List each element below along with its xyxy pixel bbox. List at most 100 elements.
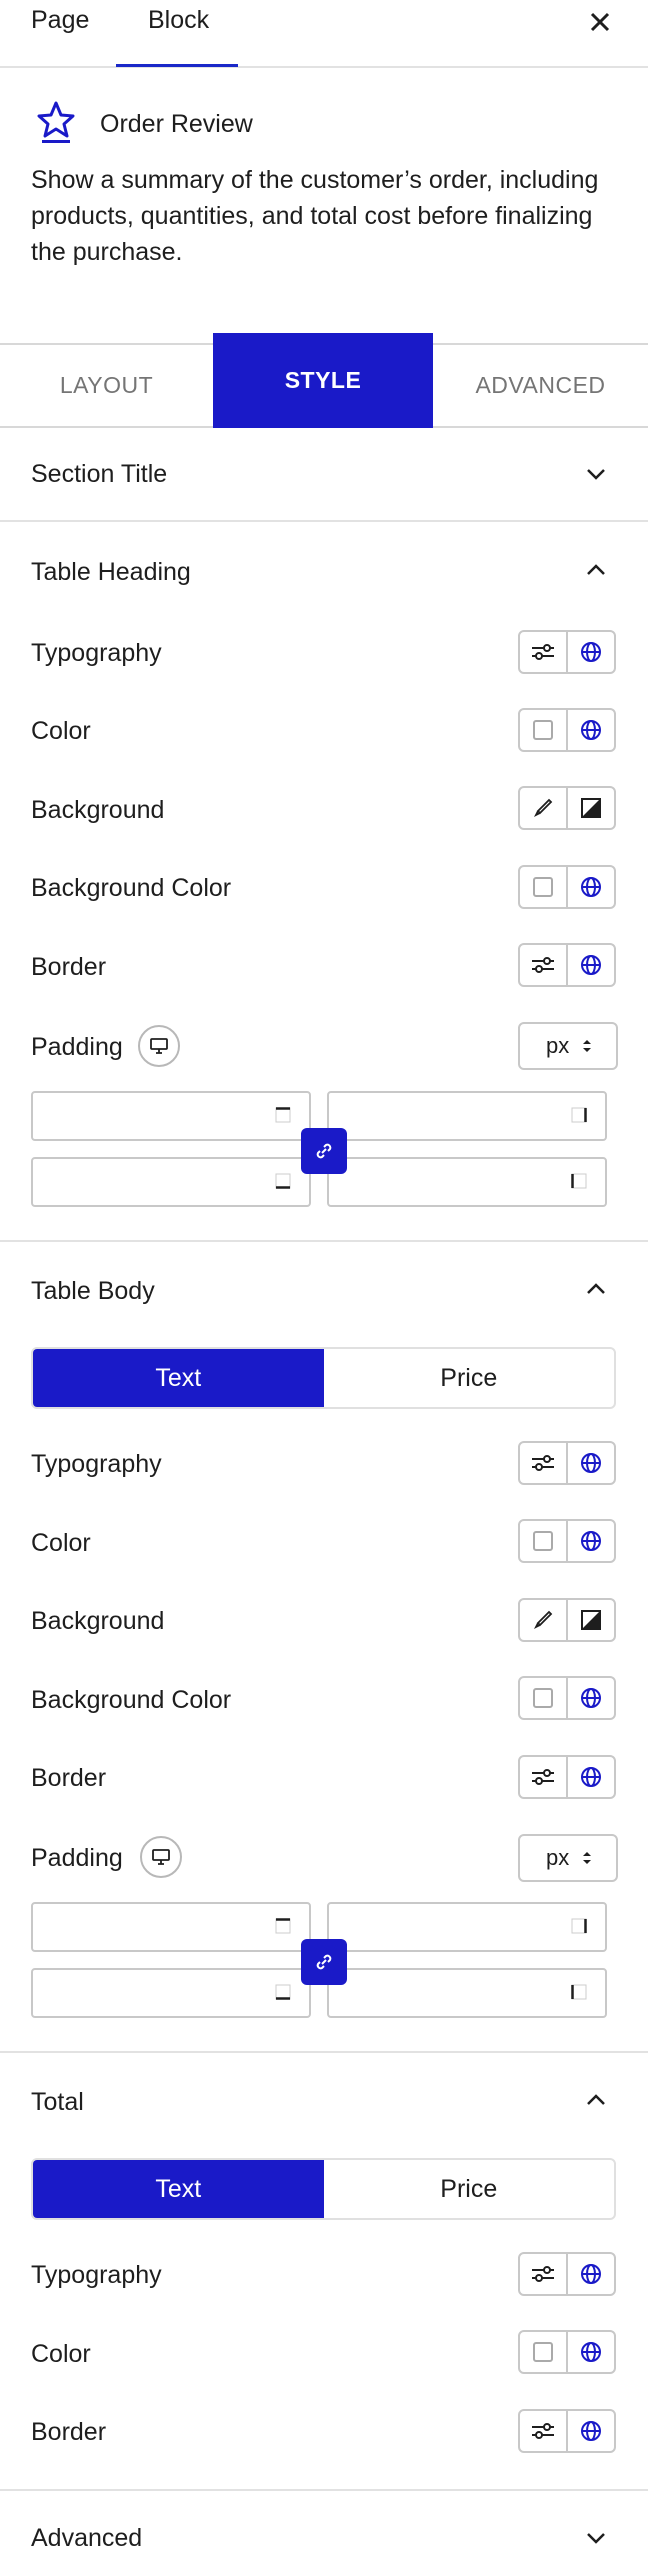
th-color-label: Color: [31, 717, 91, 745]
block-title: Order Review: [100, 110, 253, 138]
padding-bottom-input[interactable]: [31, 1157, 311, 1207]
tb-border-label: Border: [31, 1764, 107, 1792]
total-border-controls: [518, 2409, 616, 2453]
sliders-icon[interactable]: [520, 1757, 566, 1797]
tab-block[interactable]: Block: [148, 6, 209, 35]
brush-icon[interactable]: [520, 1600, 566, 1640]
section-divider: [0, 1240, 648, 1242]
sliders-icon[interactable]: [520, 2254, 566, 2294]
section-title-panel[interactable]: Section Title: [0, 428, 648, 522]
segment-price[interactable]: Price: [324, 2160, 615, 2218]
sliders-icon[interactable]: [520, 1443, 566, 1483]
globe-icon[interactable]: [566, 2332, 614, 2372]
segment-text[interactable]: Text: [33, 1349, 324, 1407]
th-padding-unit-select[interactable]: px: [518, 1022, 618, 1070]
globe-icon[interactable]: [566, 632, 614, 672]
brush-icon[interactable]: [520, 788, 566, 828]
globe-icon[interactable]: [566, 945, 614, 985]
side-top-icon: [275, 1918, 291, 1934]
settings-tabs: LAYOUT STYLE ADVANCED: [0, 333, 648, 428]
tab-advanced[interactable]: ADVANCED: [433, 345, 648, 426]
side-left-icon: [571, 1173, 587, 1189]
th-color-controls: [518, 708, 616, 752]
globe-icon[interactable]: [566, 867, 614, 907]
chevron-down-icon[interactable]: [584, 2526, 608, 2550]
tb-typography-controls: [518, 1441, 616, 1485]
side-bottom-icon: [275, 1173, 291, 1189]
th-padding-label: Padding: [31, 1033, 123, 1061]
total-title: Total: [31, 2088, 84, 2116]
color-swatch-icon[interactable]: [520, 1521, 566, 1561]
sliders-icon[interactable]: [520, 945, 566, 985]
globe-icon[interactable]: [566, 1443, 614, 1483]
link-sides-button[interactable]: [301, 1128, 347, 1174]
tab-style[interactable]: STYLE: [213, 333, 433, 428]
total-segment: Text Price: [31, 2158, 616, 2220]
padding-top-input[interactable]: [31, 1902, 311, 1952]
th-background-color-label: Background Color: [31, 874, 232, 902]
tb-border-controls: [518, 1755, 616, 1799]
globe-icon[interactable]: [566, 1678, 614, 1718]
side-bottom-icon: [275, 1984, 291, 2000]
chevron-up-icon[interactable]: [584, 558, 608, 582]
padding-top-input[interactable]: [31, 1091, 311, 1141]
sort-arrows-icon: [583, 1040, 592, 1052]
total-typography-label: Typography: [31, 2261, 162, 2289]
color-swatch-icon[interactable]: [520, 867, 566, 907]
th-typography-label: Typography: [31, 639, 162, 667]
total-border-label: Border: [31, 2418, 107, 2446]
side-top-icon: [275, 1107, 291, 1123]
th-background-color-controls: [518, 865, 616, 909]
side-left-icon: [571, 1984, 587, 2000]
color-swatch-icon[interactable]: [520, 2332, 566, 2372]
color-swatch-icon[interactable]: [520, 710, 566, 750]
globe-icon[interactable]: [566, 2411, 614, 2451]
active-tab-indicator: [116, 64, 238, 67]
close-icon[interactable]: [586, 8, 614, 36]
total-color-label: Color: [31, 2340, 91, 2368]
monitor-icon[interactable]: [140, 1836, 182, 1878]
side-right-icon: [571, 1918, 587, 1934]
monitor-icon[interactable]: [138, 1025, 180, 1067]
sliders-icon[interactable]: [520, 632, 566, 672]
gradient-icon[interactable]: [566, 1600, 614, 1640]
tab-layout[interactable]: LAYOUT: [0, 345, 213, 426]
tab-page[interactable]: Page: [31, 6, 89, 35]
gradient-icon[interactable]: [566, 788, 614, 828]
tb-background-label: Background: [31, 1607, 165, 1635]
advanced-title[interactable]: Advanced: [31, 2524, 142, 2553]
segment-text[interactable]: Text: [33, 2160, 324, 2218]
th-background-controls: [518, 786, 616, 830]
chevron-up-icon[interactable]: [584, 1277, 608, 1301]
section-divider: [0, 2489, 648, 2491]
tb-background-controls: [518, 1598, 616, 1642]
globe-icon[interactable]: [566, 1521, 614, 1561]
star-icon: [37, 101, 75, 143]
tb-background-color-label: Background Color: [31, 1686, 232, 1714]
unit-value: px: [546, 1845, 570, 1870]
sliders-icon[interactable]: [520, 2411, 566, 2451]
section-divider: [0, 2051, 648, 2053]
th-typography-controls: [518, 630, 616, 674]
link-sides-button[interactable]: [301, 1939, 347, 1985]
padding-left-input[interactable]: [327, 1157, 607, 1207]
chevron-down-icon[interactable]: [584, 462, 608, 486]
tb-padding-unit-select[interactable]: px: [518, 1834, 618, 1882]
tb-padding-label: Padding: [31, 1844, 123, 1872]
sort-arrows-icon: [583, 1852, 592, 1864]
segment-price[interactable]: Price: [324, 1349, 615, 1407]
table-body-title: Table Body: [31, 1277, 155, 1305]
padding-right-input[interactable]: [327, 1902, 607, 1952]
tb-background-color-controls: [518, 1676, 616, 1720]
padding-bottom-input[interactable]: [31, 1968, 311, 2018]
padding-left-input[interactable]: [327, 1968, 607, 2018]
padding-right-input[interactable]: [327, 1091, 607, 1141]
chevron-up-icon[interactable]: [584, 2088, 608, 2112]
color-swatch-icon[interactable]: [520, 1678, 566, 1718]
link-icon: [316, 1954, 332, 1970]
unit-value: px: [546, 1033, 570, 1058]
globe-icon[interactable]: [566, 710, 614, 750]
globe-icon[interactable]: [566, 1757, 614, 1797]
section-title-label: Section Title: [31, 460, 168, 488]
globe-icon[interactable]: [566, 2254, 614, 2294]
